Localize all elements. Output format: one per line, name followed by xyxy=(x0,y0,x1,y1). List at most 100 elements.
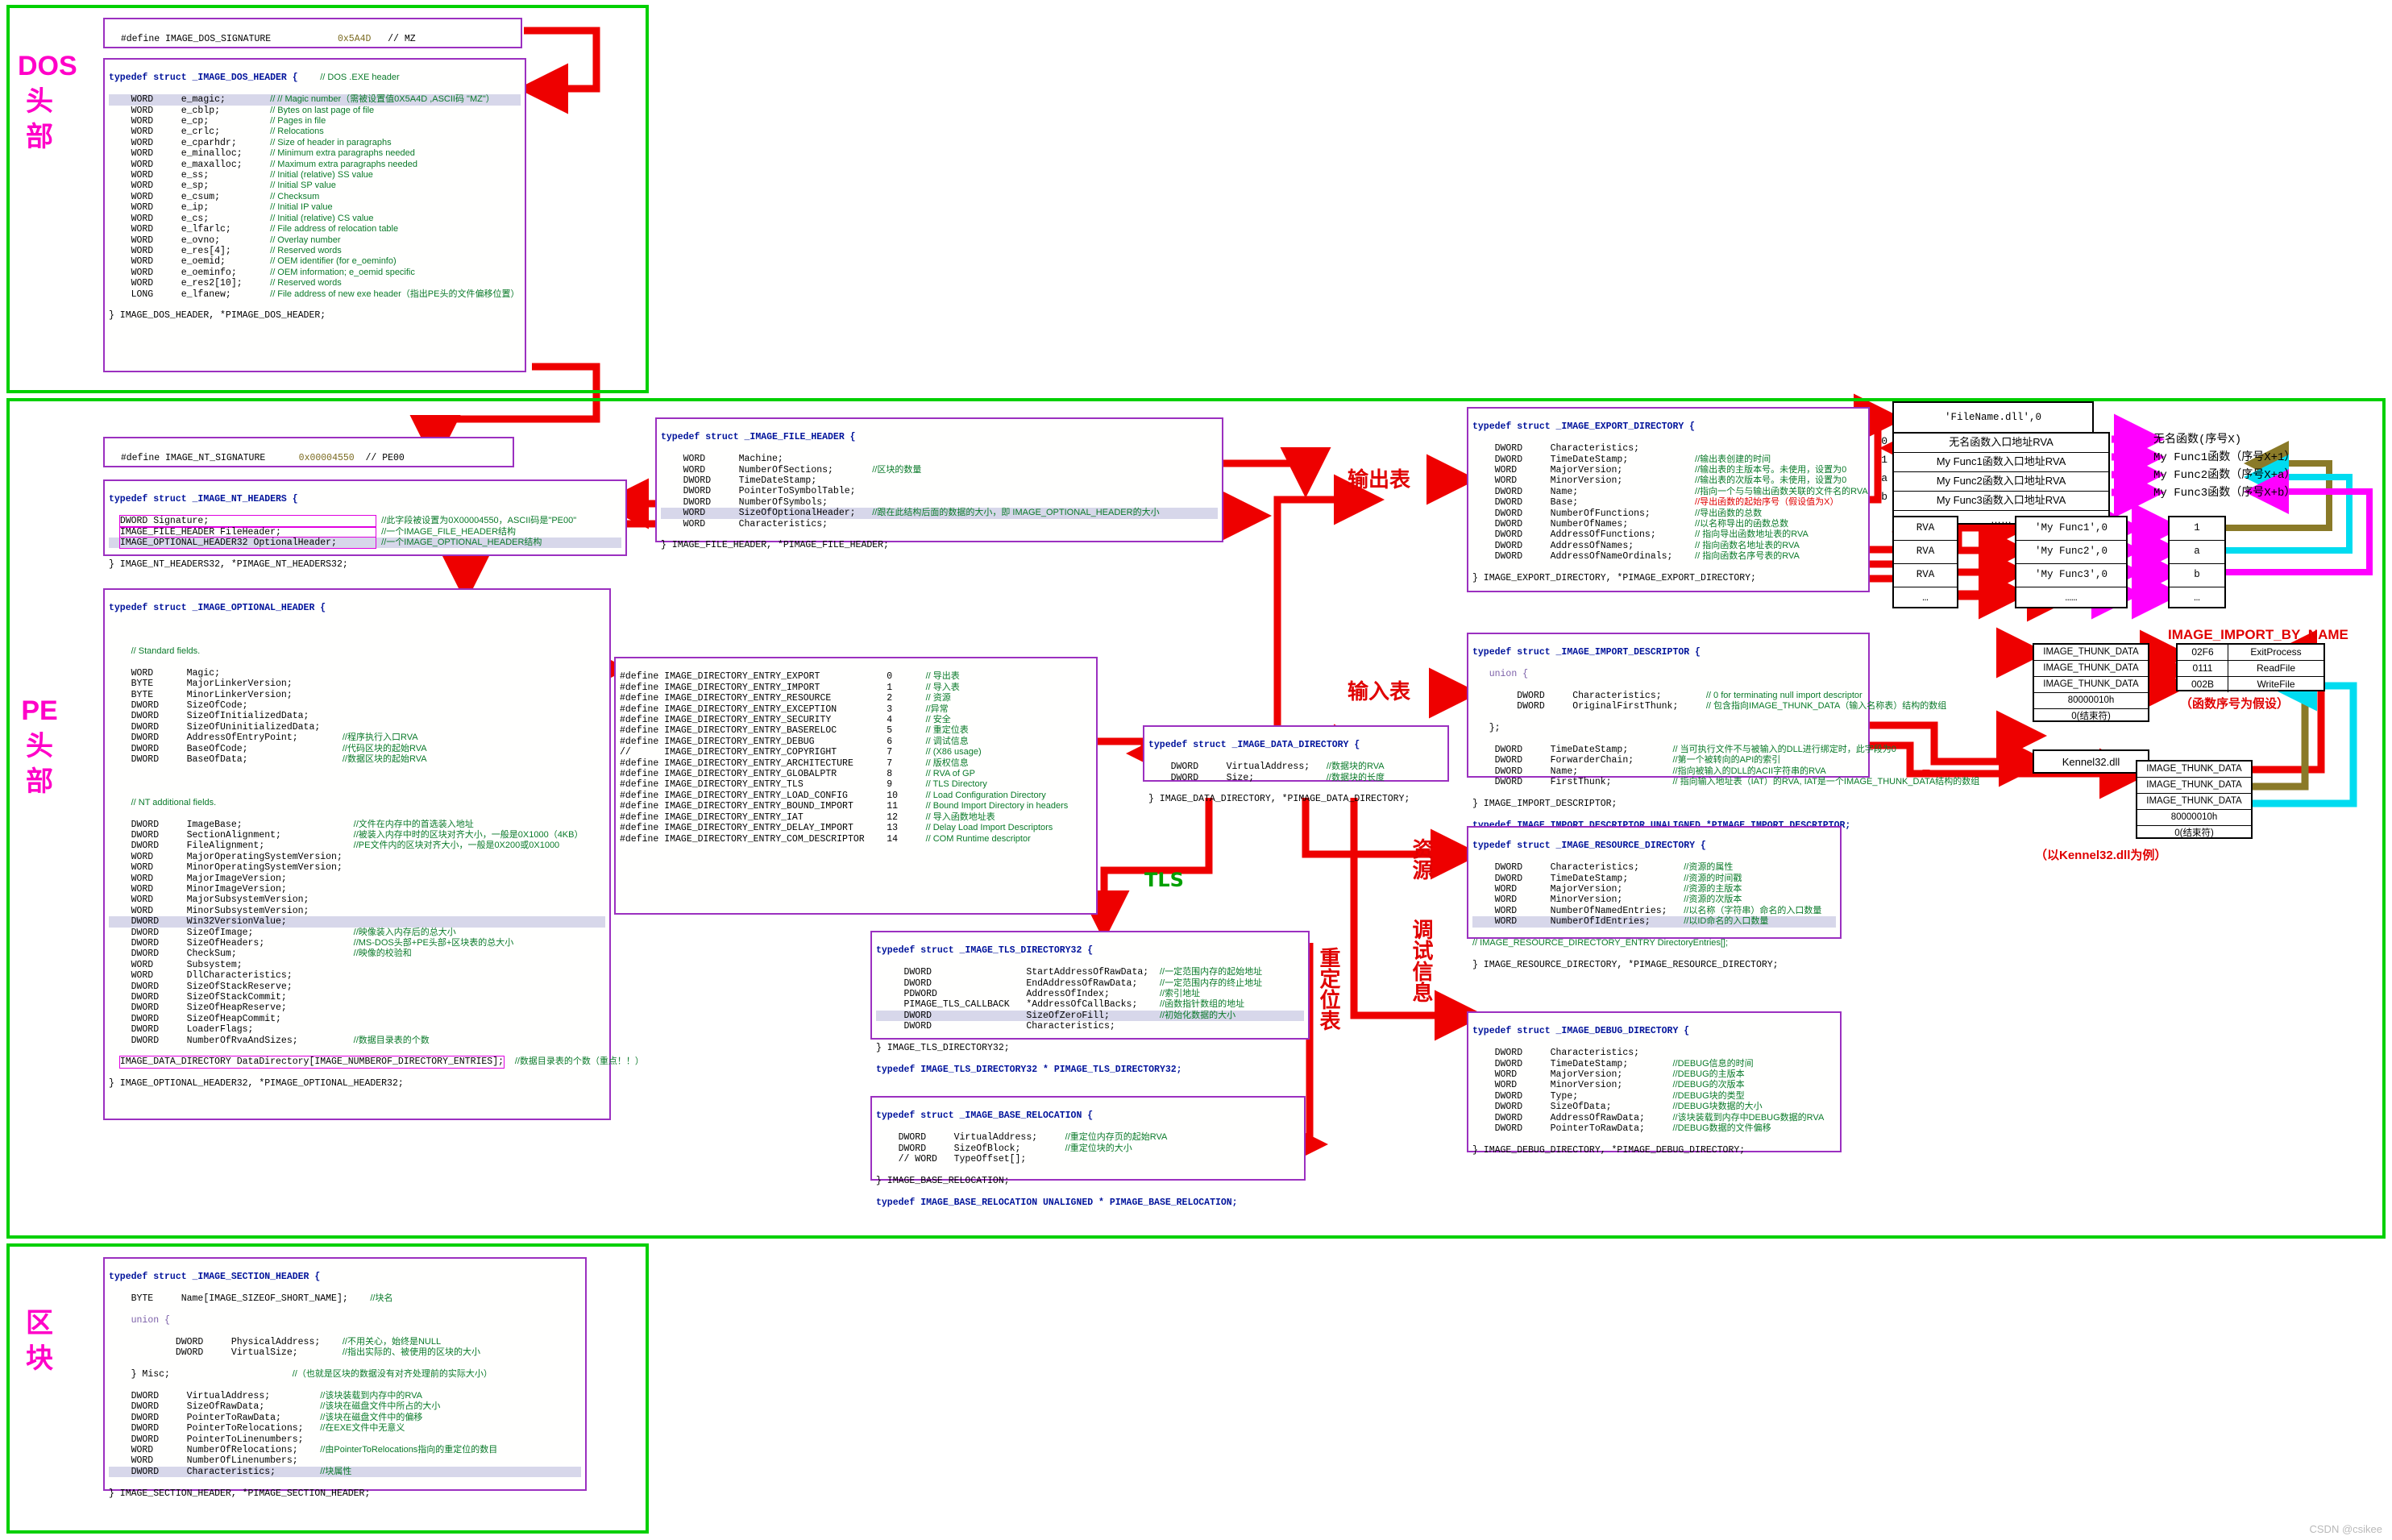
directory-entry-row: #define IMAGE_DIRECTORY_ENTRY_DELAY_IMPO… xyxy=(620,823,1053,834)
struct-field: DWORD StartAddressOfRawData; //一定范围内存的起始… xyxy=(876,967,1263,978)
dos-struct-title-comment: // DOS .EXE header xyxy=(320,73,400,83)
region-label-pe: PE头部 xyxy=(21,695,58,797)
label-reloc-table: 重定位表 xyxy=(1316,947,1340,1031)
tls-directory-struct: typedef struct _IMAGE_TLS_DIRECTORY32 { … xyxy=(870,931,1310,1075)
section-name-line: BYTE Name[IMAGE_SIZEOF_SHORT_NAME]; //块名 xyxy=(109,1293,581,1304)
struct-field: DWORD Characteristics; //资源的属性 xyxy=(1472,862,1734,874)
export-name-row: 'My Func1',0 xyxy=(2016,517,2126,541)
struct-field: WORD e_res2[10]; // Reserved words xyxy=(109,278,342,289)
struct-field: WORD MinorOperatingSystemVersion; xyxy=(109,862,354,874)
export-address-row: My Func3函数入口地址RVA xyxy=(1894,492,2108,511)
struct-field: DWORD BaseOfCode; //代码区块的起始RVA xyxy=(109,743,427,754)
export-name-row: 'My Func2',0 xyxy=(2016,541,2126,564)
import-fields: DWORD TimeDateStamp; // 当可执行文件不与被输入的DLL进… xyxy=(1472,745,1980,788)
struct-field: WORD e_oemid; // OEM identifier (for e_o… xyxy=(109,256,397,268)
struct-field: WORD e_cp; // Pages in file xyxy=(109,116,326,127)
import-name-cell: ReadFile xyxy=(2256,662,2296,674)
section-union-close: } Misc; xyxy=(131,1369,170,1380)
struct-field: WORD e_sp; // Initial SP value xyxy=(109,181,336,192)
export-rva-row: RVA xyxy=(1894,517,1957,541)
optional-header-struct: typedef struct _IMAGE_OPTIONAL_HEADER { … xyxy=(103,588,644,1120)
struct-field: WORD Subsystem; xyxy=(109,959,354,970)
dos-struct-title: typedef struct _IMAGE_DOS_HEADER { xyxy=(109,73,298,84)
dos-header-struct: typedef struct _IMAGE_DOS_HEADER { // DO… xyxy=(103,58,526,372)
struct-field: DWORD TimeDateStamp; //DEBUG信息的时间 xyxy=(1472,1058,1754,1069)
struct-field: WORD MajorVersion; //输出表的主版本号。未使用，设置为0 xyxy=(1472,465,1847,476)
export-ordinal-rows: 1 a b… xyxy=(2170,517,2224,610)
export-directory-struct: typedef struct _IMAGE_EXPORT_DIRECTORY {… xyxy=(1467,407,1870,592)
export-rva-table: RVA RVA RVA… xyxy=(1892,516,1958,608)
section-end: } IMAGE_SECTION_HEADER, *PIMAGE_SECTION_… xyxy=(109,1488,371,1499)
export-address-table: 无名函数入口地址RVA My Func1函数入口地址RVA My Func2函数入口… xyxy=(1892,432,2110,525)
import-thunk-row: 80000010h xyxy=(2137,810,2251,826)
export-ordinal-row: … xyxy=(2194,592,2200,604)
reloc-end: } IMAGE_BASE_RELOCATION; xyxy=(876,1175,1010,1186)
struct-field: WORD NumberOfNamedEntries; //以名称（字符串）命名的… xyxy=(1472,905,1822,916)
import-thunk-row: IMAGE_THUNK_DATA xyxy=(2137,762,2251,778)
struct-field: WORD NumberOfRelocations; //由PointerToRe… xyxy=(109,1444,498,1455)
struct-field: DWORD AddressOfFunctions; // 指向导出函数地址表的R… xyxy=(1472,529,1809,541)
reloc-fields: DWORD VirtualAddress; //重定位内存页的起始RVA DWO… xyxy=(876,1132,1300,1164)
struct-field: WORD e_cblp; // Bytes on last page of fi… xyxy=(109,105,375,116)
struct-field: DWORD VirtualSize; //指出实际的、被使用的区块的大小 xyxy=(109,1347,480,1359)
nt-struct-end: } IMAGE_NT_HEADERS32, *PIMAGE_NT_HEADERS… xyxy=(109,558,348,570)
struct-field: DWORD SizeOfZeroFill; //初始化数据的大小 xyxy=(876,1010,1304,1022)
struct-field: WORD e_minalloc; // Minimum extra paragr… xyxy=(109,148,415,160)
struct-field: DWORD Name; //指向一个与与输出函数关联的文件名的RVA xyxy=(1472,486,1868,497)
export-function-label: My Func2函数（序号X+a） xyxy=(2153,469,2296,482)
struct-field: DWORD Type; //DEBUG块的类型 xyxy=(1472,1090,1745,1102)
struct-field: DWORD PointerToSymbolTable; xyxy=(661,486,873,497)
struct-field: WORD Machine; xyxy=(661,454,873,465)
struct-field: DWORD SizeOfBlock; //重定位块的大小 xyxy=(876,1143,1132,1154)
struct-field: WORD NumberOfSections; //区块的数量 xyxy=(661,464,922,475)
struct-field: DWORD Characteristics; xyxy=(876,1021,1160,1032)
file-header-title: typedef struct _IMAGE_FILE_HEADER { xyxy=(661,432,856,443)
dos-struct-title-line: typedef struct _IMAGE_DOS_HEADER { // DO… xyxy=(109,73,521,83)
struct-field: WORD MinorSubsystemVersion; xyxy=(109,905,354,916)
struct-field: DWORD VirtualAddress; //数据块的RVA xyxy=(1148,762,1385,773)
import-by-name-table: 02F6 ExitProcess 0111 ReadFile 002B WriteFile xyxy=(2176,643,2325,692)
directory-entry-row: #define IMAGE_DIRECTORY_ENTRY_IMPORT 1 /… xyxy=(620,682,960,693)
nt-signature-define: #define IMAGE_NT_SIGNATURE 0x00004550 //… xyxy=(103,437,514,467)
struct-field: BYTE MinorLinkerVersion; xyxy=(109,689,343,700)
reloc-typedef: typedef IMAGE_BASE_RELOCATION UNALIGNED … xyxy=(876,1197,1238,1208)
export-name-row: 'My Func3',0 xyxy=(2016,564,2126,587)
optional-data-directory-line: IMAGE_DATA_DIRECTORY DataDirectory[IMAGE… xyxy=(118,1056,505,1069)
tls-end: } IMAGE_TLS_DIRECTORY32; xyxy=(876,1043,1010,1054)
struct-field: DWORD AddressOfEntryPoint; //程序执行入口RVA xyxy=(109,733,418,744)
section-union-fields: DWORD PhysicalAddress; //不用关心，始终是NULL DW… xyxy=(109,1337,581,1359)
struct-field: DWORD NumberOfRvaAndSizes; //数据目录表的个数 xyxy=(109,1035,430,1046)
struct-field: DWORD AddressOfNames; // 指向函数名地址表的RVA xyxy=(1472,540,1800,551)
struct-field: WORD e_ip; // Initial IP value xyxy=(109,202,333,214)
nt-field-line: IMAGE_OPTIONAL_HEADER32 OptionalHeader; … xyxy=(109,537,621,550)
struct-field: WORD MinorImageVersion; xyxy=(109,883,354,895)
region-label-dos: DOS头部 xyxy=(18,51,77,152)
nt-headers-struct: typedef struct _IMAGE_NT_HEADERS { DWORD… xyxy=(103,479,627,570)
struct-field: DWORD Characteristics; xyxy=(1472,1048,1673,1059)
diagram-canvas: DOS头部 PE头部 区块 #define IMAGE_DOS_SIGNATUR… xyxy=(0,0,2392,1540)
export-address-row: My Func2函数入口地址RVA xyxy=(1894,472,2108,492)
export-filename-cell: 'FileName.dll',0 xyxy=(1944,412,2042,423)
struct-field: DWORD PointerToRawData; //DEBUG数据的文件偏移 xyxy=(1472,1123,1771,1135)
import-thunk-top-rows: IMAGE_THUNK_DATA IMAGE_THUNK_DATA IMAGE_TH… xyxy=(2034,645,2148,724)
resource-end: } IMAGE_RESOURCE_DIRECTORY, *PIMAGE_RESO… xyxy=(1472,959,1779,970)
struct-field: DWORD Base; //导出函数的起始序号（假设值为X） xyxy=(1472,497,1839,508)
struct-field: DWORD FirstThunk; // 指向输入地址表（IAT）的RVA, I… xyxy=(1472,777,1980,788)
struct-field: DWORD SectionAlignment; //被装入内存中时的区块对齐大小… xyxy=(109,829,583,841)
import-thunk-row: 80000010h xyxy=(2034,693,2148,709)
export-address-row: 无名函数入口地址RVA xyxy=(1894,434,2108,453)
struct-field: WORD SizeOfOptionalHeader; //跟在此结构后面的数据的… xyxy=(661,508,1218,519)
nt-field-lines: DWORD Signature; //此字段被设置为0X00004550，ASC… xyxy=(109,515,621,550)
export-rva-row: RVA xyxy=(1894,541,1957,564)
optional-nt-fields: DWORD ImageBase; //文件在内存中的首选装入地址 DWORD S… xyxy=(109,820,605,1047)
file-header-struct: typedef struct _IMAGE_FILE_HEADER { WORD… xyxy=(655,417,1223,550)
struct-field: WORD e_ovno; // Overlay number xyxy=(109,235,341,246)
optional-header-end: } IMAGE_OPTIONAL_HEADER32, *PIMAGE_OPTIO… xyxy=(109,1078,404,1090)
directory-entry-row: #define IMAGE_DIRECTORY_ENTRY_ARCHITECTU… xyxy=(620,758,969,769)
struct-field: DWORD PhysicalAddress; //不用关心，始终是NULL xyxy=(109,1336,442,1347)
region-label-section: 区块 xyxy=(26,1308,53,1374)
struct-field: DWORD NumberOfSymbols; xyxy=(661,496,873,508)
import-ordinal-cell: 0111 xyxy=(2178,661,2228,676)
struct-field: WORD e_magic; // // Magic number（需被设置值0X… xyxy=(109,94,521,106)
struct-field: WORD e_ss; // Initial (relative) SS valu… xyxy=(109,170,373,181)
